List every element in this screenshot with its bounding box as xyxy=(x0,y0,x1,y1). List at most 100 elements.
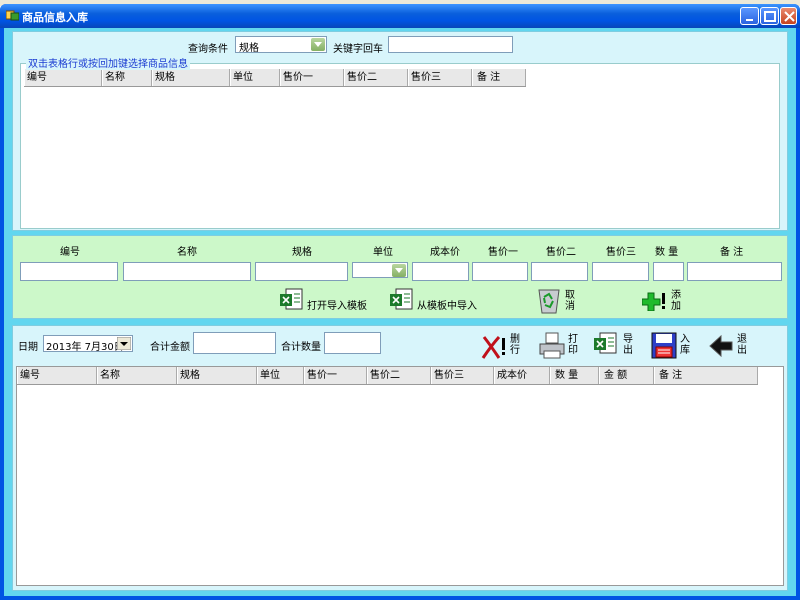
cost-label: 成本价 xyxy=(430,247,460,258)
price2-label: 售价二 xyxy=(546,247,576,258)
col-price2[interactable]: 售价二 xyxy=(367,367,431,384)
total-qty-input[interactable] xyxy=(324,332,381,354)
product-grid[interactable]: 编号 名称 规格 单位 售价一 售价二 售价三 备 注 xyxy=(24,69,526,87)
total-amount-label: 合计金额 xyxy=(150,342,190,353)
keyword-label: 关键字回车 xyxy=(333,44,383,55)
unit-select[interactable] xyxy=(352,262,408,278)
groupbox-legend: 双击表格行或按回加键选择商品信息 xyxy=(26,55,190,70)
excel-icon xyxy=(390,288,413,310)
col-amount[interactable]: 金 额 xyxy=(599,367,654,384)
close-button[interactable] xyxy=(780,7,797,25)
spec-label: 规格 xyxy=(292,247,312,258)
minimize-button[interactable] xyxy=(740,7,759,25)
add-button[interactable]: 添 加 xyxy=(642,288,684,314)
col-unit[interactable]: 单位 xyxy=(230,69,280,86)
stock-in-grid[interactable]: 编号 名称 规格 单位 售价一 售价二 售价三 成本价 数 量 金 额 备 注 xyxy=(16,366,784,586)
arrow-left-icon xyxy=(709,334,733,358)
chevron-down-icon[interactable] xyxy=(392,264,406,277)
total-amount-input[interactable] xyxy=(193,332,276,354)
product-list-groupbox: 编号 名称 规格 单位 售价一 售价二 售价三 备 注 xyxy=(20,63,780,229)
exit-label-2: 出 xyxy=(737,345,747,356)
add-label-2: 加 xyxy=(671,301,681,312)
qty-input[interactable] xyxy=(653,262,684,281)
col-code[interactable]: 编号 xyxy=(24,69,102,86)
export-button[interactable]: 导 出 xyxy=(594,332,636,362)
spec-input[interactable] xyxy=(255,262,348,281)
stock-in-label-2: 库 xyxy=(680,345,690,356)
cancel-label-1: 取 xyxy=(565,290,575,301)
print-label-2: 印 xyxy=(568,345,578,356)
plus-icon xyxy=(642,292,665,311)
maximize-button[interactable] xyxy=(760,7,779,25)
col-remark[interactable]: 备 注 xyxy=(472,69,526,86)
name-input[interactable] xyxy=(123,262,251,281)
col-price1[interactable]: 售价一 xyxy=(280,69,344,86)
col-price2[interactable]: 售价二 xyxy=(344,69,408,86)
printer-icon xyxy=(539,332,565,359)
cancel-button[interactable]: 取 消 xyxy=(536,286,582,316)
delete-x-icon xyxy=(481,336,505,359)
stock-in-button[interactable]: 入 库 xyxy=(651,331,693,363)
open-template-button[interactable]: 打开导入模板 xyxy=(280,288,370,314)
col-qty[interactable]: 数 量 xyxy=(550,367,599,384)
price1-input[interactable] xyxy=(472,262,528,281)
chevron-down-icon[interactable] xyxy=(117,337,131,350)
excel-icon xyxy=(280,288,303,310)
close-icon xyxy=(784,11,795,22)
col-name[interactable]: 名称 xyxy=(97,367,177,384)
cost-input[interactable] xyxy=(412,262,469,281)
price3-input[interactable] xyxy=(592,262,649,281)
recycle-bin-icon xyxy=(538,289,560,314)
col-spec[interactable]: 规格 xyxy=(177,367,257,384)
cancel-label-2: 消 xyxy=(565,301,575,312)
exit-label-1: 退 xyxy=(737,334,747,345)
unit-label: 单位 xyxy=(373,247,393,258)
code-input[interactable] xyxy=(20,262,118,281)
condition-select[interactable]: 规格 xyxy=(235,36,327,54)
import-template-button[interactable]: 从模板中导入 xyxy=(390,288,480,314)
chevron-down-icon[interactable] xyxy=(311,38,325,51)
delete-row-label-2: 行 xyxy=(510,345,520,356)
col-spec[interactable]: 规格 xyxy=(152,69,230,86)
date-label: 日期 xyxy=(18,342,38,353)
export-label-2: 出 xyxy=(623,345,633,356)
col-unit[interactable]: 单位 xyxy=(257,367,304,384)
delete-row-button[interactable]: 删 行 xyxy=(481,332,525,362)
date-value: 2013年 7月30日 xyxy=(46,342,124,353)
col-name[interactable]: 名称 xyxy=(102,69,152,86)
remark-input[interactable] xyxy=(687,262,782,281)
condition-label: 查询条件 xyxy=(188,44,228,55)
app-icon xyxy=(6,10,19,21)
print-label-1: 打 xyxy=(568,334,578,345)
col-remark[interactable]: 备 注 xyxy=(654,367,758,384)
import-template-label: 从模板中导入 xyxy=(417,301,477,312)
delete-row-label-1: 删 xyxy=(510,334,520,345)
col-price1[interactable]: 售价一 xyxy=(304,367,367,384)
maximize-icon xyxy=(764,11,776,22)
col-code[interactable]: 编号 xyxy=(17,367,97,384)
product-grid-header: 编号 名称 规格 单位 售价一 售价二 售价三 备 注 xyxy=(24,69,526,87)
col-price3[interactable]: 售价三 xyxy=(408,69,472,86)
title-bar[interactable] xyxy=(0,4,800,28)
total-qty-label: 合计数量 xyxy=(281,342,321,353)
stock-in-label-1: 入 xyxy=(680,334,690,345)
minimize-icon xyxy=(746,19,753,21)
col-cost[interactable]: 成本价 xyxy=(494,367,550,384)
date-picker[interactable]: 2013年 7月30日 xyxy=(43,335,133,353)
condition-value: 规格 xyxy=(239,43,259,54)
exit-button[interactable]: 退 出 xyxy=(708,332,750,362)
price3-label: 售价三 xyxy=(606,247,636,258)
qty-label: 数 量 xyxy=(655,247,679,258)
add-label-1: 添 xyxy=(671,290,681,301)
price2-input[interactable] xyxy=(531,262,588,281)
export-label-1: 导 xyxy=(623,334,633,345)
save-disk-icon xyxy=(651,332,677,359)
stock-in-grid-header: 编号 名称 规格 单位 售价一 售价二 售价三 成本价 数 量 金 额 备 注 xyxy=(17,367,758,385)
remark-label: 备 注 xyxy=(720,247,744,258)
excel-icon xyxy=(594,332,617,354)
code-label: 编号 xyxy=(60,247,80,258)
col-price3[interactable]: 售价三 xyxy=(431,367,494,384)
price1-label: 售价一 xyxy=(488,247,518,258)
print-button[interactable]: 打 印 xyxy=(538,331,582,363)
keyword-input[interactable] xyxy=(388,36,513,53)
